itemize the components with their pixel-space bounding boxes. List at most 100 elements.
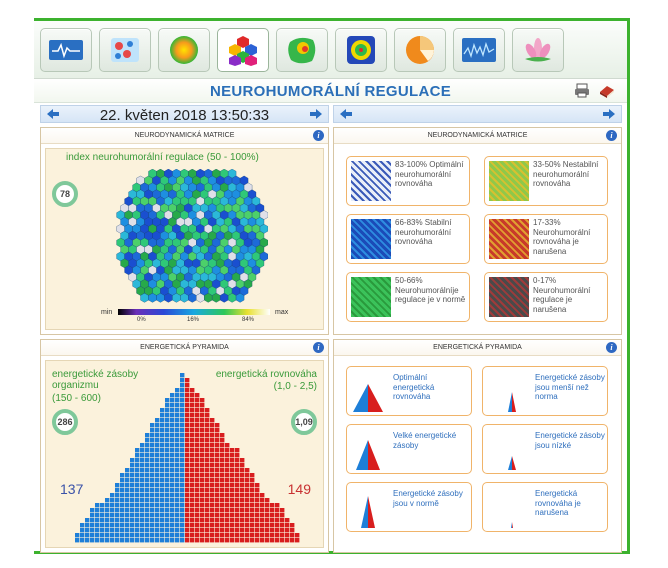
pyramid-block-left <box>175 533 180 538</box>
pyramid-block-left <box>165 513 170 518</box>
cells-button[interactable] <box>99 27 151 72</box>
pyramid-block-left <box>180 443 185 448</box>
pyramid-block-right <box>210 513 215 518</box>
pyramid-block-left <box>135 473 140 478</box>
pyramid-block-right <box>210 428 215 433</box>
legend-text: 0-17% Neurohumorální regulace je narušen… <box>533 276 591 314</box>
info-icon[interactable]: i <box>606 130 617 141</box>
pyramid-block-right <box>210 528 215 533</box>
pyramid-block-right <box>260 528 265 533</box>
hexagons-button[interactable] <box>217 27 269 72</box>
pyramid-block-right <box>185 483 190 488</box>
pyramid-block-right <box>290 533 295 538</box>
pyramid-block-right <box>195 503 200 508</box>
pyramid-block-left <box>160 443 165 448</box>
face-button[interactable] <box>335 27 387 72</box>
pyramid-block-left <box>145 533 150 538</box>
heatmap-button[interactable] <box>276 27 328 72</box>
pyramid-block-right <box>245 518 250 523</box>
pyramid-block-right <box>235 448 240 453</box>
print-icon[interactable] <box>574 82 590 98</box>
pyramid-block-left <box>130 478 135 483</box>
arrow-right-icon[interactable] <box>603 109 615 119</box>
pyramid-block-right <box>215 498 220 503</box>
pyramid-block-left <box>170 453 175 458</box>
pie-button[interactable] <box>394 27 446 72</box>
pyramid-block-right <box>190 493 195 498</box>
panel-title: NEURODYNAMICKÁ MATRICE <box>41 128 328 144</box>
book-icon[interactable] <box>598 82 616 98</box>
sphere-button[interactable] <box>158 27 210 72</box>
pyramid-block-right <box>230 483 235 488</box>
ecg-icon <box>49 39 83 60</box>
pyramid-block-left <box>135 493 140 498</box>
arrow-left-icon[interactable] <box>340 109 352 119</box>
pyramid-block-right <box>225 538 230 543</box>
pyramid-block-right <box>185 453 190 458</box>
pyramid-block-left <box>110 523 115 528</box>
pyramid-block-left <box>160 538 165 543</box>
pyramid-block-right <box>195 513 200 518</box>
pyramid-block-right <box>200 468 205 473</box>
ecg-button[interactable] <box>40 27 92 72</box>
pyramid-block-right <box>195 473 200 478</box>
pyramid-block-left <box>160 433 165 438</box>
pyramid-block-right <box>205 448 210 453</box>
scale-tick: 84% <box>242 317 255 323</box>
waveform-button[interactable] <box>453 27 505 72</box>
pyramid-block-left <box>100 508 105 513</box>
pyramid-block-right <box>185 398 190 403</box>
color-scale-bar <box>118 309 270 315</box>
legend-thumbnail <box>489 161 529 201</box>
pyramid-block-right <box>240 503 245 508</box>
pyramid-block-left <box>130 468 135 473</box>
pyramid-block-left <box>170 428 175 433</box>
pyramid-block-right <box>205 428 210 433</box>
pyramid-block-left <box>180 448 185 453</box>
pyramid-legend-item: Optimální energetická rovnováha <box>346 366 472 416</box>
pyramid-block-right <box>220 503 225 508</box>
lotus-button[interactable] <box>512 27 564 72</box>
scale-tick: 0% <box>137 317 146 323</box>
pyramid-block-right <box>205 483 210 488</box>
pyramid-block-left <box>165 443 170 448</box>
pyramid-block-left <box>165 518 170 523</box>
pyramid-block-right <box>220 488 225 493</box>
pyramid-block-left <box>180 453 185 458</box>
pyramid-block-right <box>225 503 230 508</box>
pyramid-block-left <box>145 458 150 463</box>
pyramid-block-left <box>170 488 175 493</box>
pyramid-block-left <box>110 498 115 503</box>
pyramid-block-right <box>215 523 220 528</box>
pyramid-block-right <box>260 513 265 518</box>
info-icon[interactable]: i <box>313 342 324 353</box>
pyramid-block-right <box>185 423 190 428</box>
info-icon[interactable]: i <box>606 342 617 353</box>
pyramid-block-left <box>130 538 135 543</box>
pyramid-block-right <box>250 473 255 478</box>
pyramid-block-left <box>95 533 100 538</box>
pyramid-block-right <box>190 523 195 528</box>
pyramid-block-right <box>225 498 230 503</box>
pyramid-block-left <box>145 503 150 508</box>
pyramid-block-left <box>145 438 150 443</box>
pyramid-block-left <box>160 508 165 513</box>
app-frame: NEUROHUMORÁLNÍ REGULACE 22. květen 2018 … <box>34 18 630 554</box>
pyramid-block-right <box>210 423 215 428</box>
pyramid-block-right <box>190 478 195 483</box>
info-icon[interactable]: i <box>313 130 324 141</box>
pyramid-block-right <box>235 513 240 518</box>
pyramid-block-right <box>245 528 250 533</box>
pyramid-block-right <box>250 478 255 483</box>
pyramid-block-right <box>240 523 245 528</box>
pyramid-block-right <box>250 518 255 523</box>
pyramid-block-right <box>190 418 195 423</box>
pyramid-block-right <box>215 483 220 488</box>
pie-icon <box>406 35 434 64</box>
pyramid-block-right <box>275 533 280 538</box>
pyramid-block-right <box>235 493 240 498</box>
pyramid-block-left <box>175 403 180 408</box>
arrow-right-icon[interactable] <box>310 109 322 119</box>
pyramid-block-right <box>245 498 250 503</box>
pyramid-thumbnail <box>356 440 380 470</box>
